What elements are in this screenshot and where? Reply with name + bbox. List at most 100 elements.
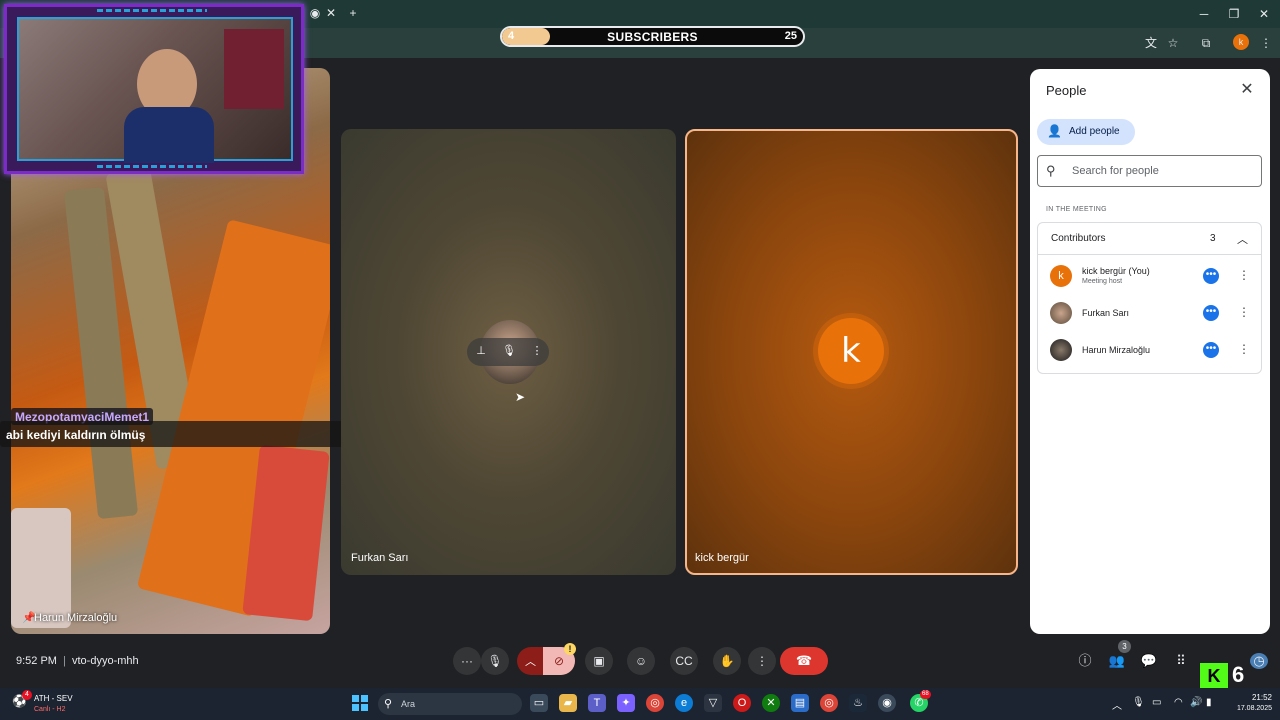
- extensions-icon[interactable]: ⧉: [1198, 35, 1214, 51]
- group-count: 3: [1210, 233, 1216, 244]
- search-icon: ⚲: [384, 698, 393, 710]
- host-controls-icon[interactable]: ◷: [1250, 653, 1268, 669]
- add-people-label: Add people: [1069, 126, 1120, 137]
- participant-row[interactable]: Furkan Sarı ••• ⋮: [1038, 296, 1261, 332]
- more-options-icon[interactable]: ⋮: [530, 344, 544, 358]
- more-options-icon[interactable]: ⋮: [1238, 268, 1250, 282]
- tile-name-harun: Harun Mirzaloğlu: [34, 612, 118, 624]
- edge-icon[interactable]: e: [675, 694, 693, 712]
- close-icon[interactable]: ✕: [1238, 81, 1256, 99]
- notification-badge: 4: [22, 690, 32, 700]
- reactions-button[interactable]: ☺: [627, 647, 655, 675]
- group-label: Contributors: [1051, 233, 1106, 244]
- clock-time[interactable]: 21:52: [1244, 693, 1272, 702]
- raise-hand-button[interactable]: ✋: [713, 647, 741, 675]
- teams-icon[interactable]: T: [588, 694, 606, 712]
- profile-avatar[interactable]: k: [1233, 34, 1249, 50]
- avatar-kick: k: [818, 318, 884, 384]
- steam-icon[interactable]: ♨: [849, 694, 867, 712]
- avatar: [1050, 302, 1072, 324]
- people-icon[interactable]: 👥: [1108, 653, 1126, 669]
- video-content: [11, 508, 71, 628]
- opera-icon[interactable]: O: [733, 694, 751, 712]
- kick-viewer-count: 6: [1232, 662, 1245, 687]
- webcam-frame-decoration: [97, 9, 207, 12]
- contributors-header[interactable]: Contributors 3 ︿: [1038, 223, 1261, 255]
- chat-message: abi kediyi kaldırın ölmüş: [6, 428, 146, 442]
- chevron-up-icon[interactable]: ︿: [525, 653, 536, 669]
- tile-name-kick: kick bergür: [695, 552, 749, 564]
- record-icon[interactable]: ◉: [308, 6, 322, 20]
- vpn-icon[interactable]: ▽: [704, 694, 722, 712]
- leave-call-button[interactable]: ☎: [780, 647, 828, 675]
- tile-name-furkan: Furkan Sarı: [351, 552, 409, 564]
- participant-role: Meeting host: [1082, 278, 1123, 285]
- participant-row[interactable]: Harun Mirzaloğlu ••• ⋮: [1038, 333, 1261, 369]
- windows-logo-icon: [352, 695, 359, 702]
- chevron-up-icon[interactable]: ︿: [1237, 231, 1248, 247]
- separator: |: [63, 655, 66, 667]
- pin-icon[interactable]: ⊥: [474, 344, 488, 358]
- store-icon[interactable]: ▤: [791, 694, 809, 712]
- taskbar-search[interactable]: [378, 693, 522, 715]
- participant-name: Furkan Sarı: [1082, 308, 1130, 318]
- tab-close-icon[interactable]: ✕: [324, 6, 338, 20]
- match-status: Canlı - H2: [34, 706, 66, 713]
- avatar: k: [1050, 265, 1072, 287]
- window-close-icon[interactable]: ✕: [1256, 6, 1272, 22]
- windows-logo-icon: [361, 695, 368, 702]
- meeting-info-icon[interactable]: ⓘ: [1076, 653, 1094, 669]
- more-controls-button[interactable]: ···: [453, 647, 481, 675]
- chat-icon[interactable]: 💬: [1140, 653, 1158, 669]
- subscribers-goal-widget: 4 SUBSCRIBERS 25: [500, 26, 805, 47]
- avatar: [1050, 339, 1072, 361]
- copilot-icon[interactable]: ✦: [617, 694, 635, 712]
- clock-date[interactable]: 17.08.2025: [1228, 705, 1272, 712]
- section-label: IN THE MEETING: [1046, 206, 1107, 213]
- contributors-group: Contributors 3 ︿ k kick bergür (You) Mee…: [1037, 222, 1262, 374]
- obs-icon[interactable]: ◉: [878, 694, 896, 712]
- more-options-icon[interactable]: ⋮: [1238, 305, 1250, 319]
- chrome-active-icon[interactable]: ◎: [820, 694, 838, 712]
- microphone-button[interactable]: 🎙: [481, 647, 509, 675]
- minimize-icon[interactable]: ─: [1196, 6, 1212, 22]
- participant-status-icon[interactable]: •••: [1203, 305, 1219, 321]
- chrome-icon[interactable]: ◎: [646, 694, 664, 712]
- file-explorer-icon[interactable]: ▰: [559, 694, 577, 712]
- mute-participant-icon[interactable]: 🎙: [502, 344, 516, 358]
- webcam-video: [17, 17, 293, 163]
- webcam-poster: [224, 29, 284, 109]
- bookmark-star-icon[interactable]: ☆: [1165, 35, 1181, 51]
- restore-icon[interactable]: ❐: [1226, 6, 1242, 22]
- translate-icon[interactable]: 文: [1143, 35, 1159, 51]
- participant-status-icon[interactable]: •••: [1203, 268, 1219, 284]
- activities-icon[interactable]: ⠿: [1172, 653, 1190, 669]
- more-options-icon[interactable]: ⋮: [1238, 342, 1250, 356]
- battery-icon[interactable]: ▮: [1206, 697, 1212, 708]
- warning-icon: !: [564, 643, 576, 655]
- volume-icon[interactable]: 🔊: [1190, 697, 1202, 708]
- participant-row[interactable]: k kick bergür (You) Meeting host ••• ⋮: [1038, 259, 1261, 295]
- chevron-up-icon[interactable]: ︿: [1112, 697, 1122, 712]
- microphone-tray-icon[interactable]: 🎙: [1132, 697, 1145, 708]
- participant-name: Harun Mirzaloğlu: [1082, 345, 1151, 355]
- meeting-time: 9:52 PM: [16, 655, 57, 667]
- add-people-button[interactable]: 👤 Add people: [1037, 119, 1135, 145]
- subscribers-label: SUBSCRIBERS: [607, 30, 698, 44]
- xbox-icon[interactable]: ✕: [762, 694, 780, 712]
- present-screen-button[interactable]: ▣: [585, 647, 613, 675]
- more-options-button[interactable]: ⋮: [748, 647, 776, 675]
- match-score: ATH - SEV: [34, 694, 73, 703]
- captions-button[interactable]: CC: [670, 647, 698, 675]
- search-box[interactable]: ⚲: [1037, 155, 1262, 187]
- start-button[interactable]: [352, 695, 368, 711]
- search-icon: ⚲: [1046, 163, 1056, 178]
- browser-menu-icon[interactable]: ⋮: [1258, 35, 1274, 51]
- new-tab-icon[interactable]: +: [346, 6, 360, 20]
- participant-status-icon[interactable]: •••: [1203, 342, 1219, 358]
- subscribers-goal: 25: [784, 30, 797, 42]
- monitor-icon[interactable]: ▭: [1152, 697, 1161, 708]
- wifi-icon[interactable]: ◠: [1174, 697, 1183, 708]
- search-input[interactable]: [1072, 165, 1252, 177]
- task-view-icon[interactable]: ▭: [530, 694, 548, 712]
